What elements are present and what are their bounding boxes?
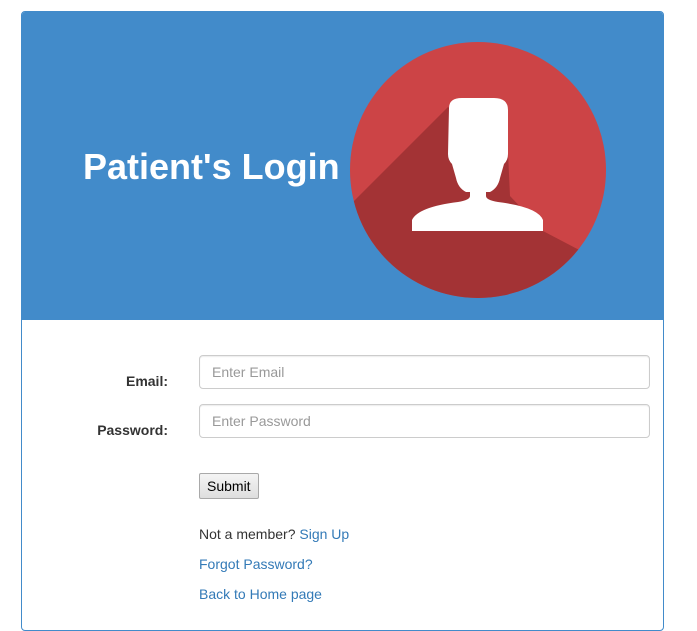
login-form: Email: Password: Submit Not a member? Si… — [22, 320, 663, 630]
page-title: Patient's Login — [83, 146, 340, 187]
password-input[interactable] — [199, 404, 650, 438]
back-home-link[interactable]: Back to Home page — [199, 586, 322, 602]
login-panel: Patient's Login Email: Password: Submit … — [21, 11, 664, 631]
login-header: Patient's Login — [22, 12, 663, 320]
forgot-password-row: Forgot Password? — [199, 554, 313, 574]
submit-button[interactable]: Submit — [199, 473, 259, 499]
email-label: Email: — [125, 373, 168, 389]
email-input[interactable] — [199, 355, 650, 389]
sign-up-link[interactable]: Sign Up — [299, 526, 349, 542]
back-home-row: Back to Home page — [199, 584, 322, 604]
password-label: Password: — [97, 422, 168, 438]
forgot-password-link[interactable]: Forgot Password? — [199, 556, 313, 572]
user-icon — [350, 42, 606, 298]
not-member-text: Not a member? — [199, 526, 296, 542]
signup-row: Not a member? Sign Up — [199, 524, 349, 544]
